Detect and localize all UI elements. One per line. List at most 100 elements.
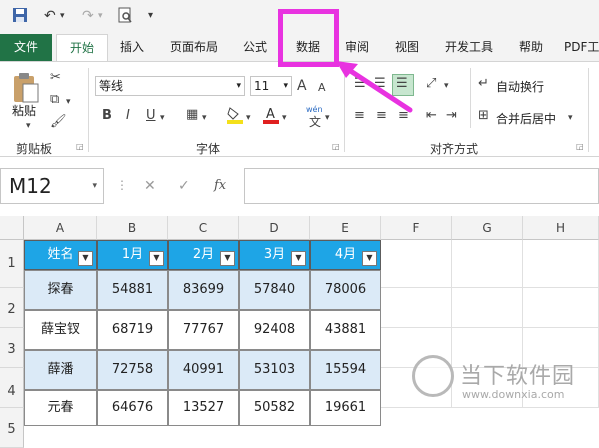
column-header-b[interactable]: B bbox=[97, 216, 168, 240]
table-cell[interactable]: 43881 bbox=[310, 310, 381, 350]
paste-button[interactable]: 粘贴 bbox=[12, 102, 36, 119]
table-cell[interactable]: 54881 bbox=[97, 270, 168, 310]
merge-center-icon[interactable]: ⊞ bbox=[478, 108, 489, 124]
table-cell[interactable]: 78006 bbox=[310, 270, 381, 310]
alignment-dialog-launcher-icon[interactable]: ◲ bbox=[576, 142, 584, 151]
header-cell-month[interactable]: 1月 ▼ bbox=[97, 240, 168, 270]
filter-dropdown-icon[interactable]: ▼ bbox=[78, 251, 93, 266]
border-dropdown-icon[interactable]: ▾ bbox=[202, 110, 207, 126]
filter-dropdown-icon[interactable]: ▼ bbox=[149, 251, 164, 266]
format-painter-icon[interactable]: 🖌 bbox=[50, 114, 67, 130]
column-header-g[interactable]: G bbox=[452, 216, 523, 240]
decrease-indent-icon[interactable]: ⇤ bbox=[426, 108, 437, 124]
empty-cell[interactable] bbox=[381, 288, 452, 328]
table-cell[interactable]: 15594 bbox=[310, 350, 381, 390]
fill-color-dropdown-icon[interactable]: ▾ bbox=[246, 110, 251, 126]
print-preview-icon[interactable] bbox=[118, 7, 133, 29]
cut-icon[interactable]: ✂ bbox=[50, 70, 61, 86]
orientation-icon[interactable]: ⤢ bbox=[426, 76, 436, 92]
filter-dropdown-icon[interactable]: ▼ bbox=[291, 251, 306, 266]
redo-dropdown-icon[interactable]: ▾ bbox=[98, 7, 103, 25]
column-header-e[interactable]: E bbox=[310, 216, 381, 240]
wrap-text-icon[interactable]: ↵ bbox=[478, 76, 489, 92]
copy-dropdown-icon[interactable]: ▾ bbox=[66, 94, 71, 110]
table-cell[interactable]: 19661 bbox=[310, 390, 381, 426]
table-cell[interactable]: 13527 bbox=[168, 390, 239, 426]
copy-icon[interactable]: ⧉ bbox=[50, 92, 59, 108]
row-header-4[interactable]: 4 bbox=[0, 368, 24, 408]
empty-cell[interactable] bbox=[523, 288, 599, 328]
empty-cell[interactable] bbox=[381, 240, 452, 288]
customize-toolbar-icon[interactable]: ▾ bbox=[148, 7, 153, 25]
header-cell-month[interactable]: 2月 ▼ bbox=[168, 240, 239, 270]
bold-button[interactable]: B bbox=[102, 108, 112, 124]
undo-dropdown-icon[interactable]: ▾ bbox=[60, 7, 65, 25]
font-name-select[interactable]: 等线 ▾ bbox=[95, 76, 245, 96]
merge-dropdown-icon[interactable]: ▾ bbox=[568, 110, 573, 126]
italic-button[interactable]: I bbox=[126, 108, 130, 124]
table-cell[interactable]: 探春 bbox=[24, 270, 97, 310]
table-cell[interactable]: 50582 bbox=[239, 390, 310, 426]
wrap-text-button[interactable]: 自动换行 bbox=[496, 78, 544, 95]
tab-view[interactable]: 视图 bbox=[388, 34, 426, 61]
tab-help[interactable]: 帮助 bbox=[512, 34, 550, 61]
enter-button[interactable]: ✓ bbox=[178, 178, 190, 194]
tab-pdf[interactable]: PDF工 bbox=[564, 34, 599, 61]
name-box[interactable]: M12 ▾ bbox=[0, 168, 104, 204]
tab-file[interactable]: 文件 bbox=[0, 34, 52, 61]
paste-dropdown-icon[interactable]: ▾ bbox=[26, 118, 31, 134]
column-header-a[interactable]: A bbox=[24, 216, 97, 240]
table-cell[interactable]: 83699 bbox=[168, 270, 239, 310]
tab-developer[interactable]: 开发工具 bbox=[438, 34, 500, 61]
phonetic-dropdown-icon[interactable]: ▾ bbox=[325, 110, 330, 126]
table-cell[interactable]: 77767 bbox=[168, 310, 239, 350]
tab-page-layout[interactable]: 页面布局 bbox=[162, 34, 226, 61]
row-header-1[interactable]: 1 bbox=[0, 240, 24, 288]
table-cell[interactable]: 53103 bbox=[239, 350, 310, 390]
table-cell[interactable]: 64676 bbox=[97, 390, 168, 426]
header-cell-name[interactable]: 姓名 ▼ bbox=[24, 240, 97, 270]
table-cell[interactable]: 92408 bbox=[239, 310, 310, 350]
tab-review[interactable]: 审阅 bbox=[338, 34, 376, 61]
border-icon[interactable]: ▦ bbox=[186, 107, 198, 123]
table-cell[interactable]: 薛潘 bbox=[24, 350, 97, 390]
font-color-dropdown-icon[interactable]: ▾ bbox=[282, 110, 287, 126]
row-header-2[interactable]: 2 bbox=[0, 288, 24, 328]
empty-cell[interactable] bbox=[452, 240, 523, 288]
underline-dropdown-icon[interactable]: ▾ bbox=[160, 110, 165, 126]
select-all-corner[interactable] bbox=[0, 216, 24, 240]
row-header-3[interactable]: 3 bbox=[0, 328, 24, 368]
cancel-button[interactable]: ✕ bbox=[144, 178, 156, 194]
increase-indent-icon[interactable]: ⇥ bbox=[446, 108, 457, 124]
empty-cell[interactable] bbox=[452, 288, 523, 328]
table-cell[interactable]: 57840 bbox=[239, 270, 310, 310]
column-header-h[interactable]: H bbox=[523, 216, 599, 240]
shrink-font-button[interactable]: A bbox=[318, 80, 326, 96]
merge-center-button[interactable]: 合并后居中 bbox=[496, 110, 556, 127]
redo-icon[interactable]: ↷ bbox=[82, 7, 94, 25]
save-icon[interactable] bbox=[12, 7, 28, 28]
header-cell-month[interactable]: 3月 ▼ bbox=[239, 240, 310, 270]
column-header-f[interactable]: F bbox=[381, 216, 452, 240]
tab-insert[interactable]: 插入 bbox=[112, 34, 152, 61]
row-header-5[interactable]: 5 bbox=[0, 408, 24, 448]
tab-formulas[interactable]: 公式 bbox=[236, 34, 274, 61]
table-cell[interactable]: 元春 bbox=[24, 390, 97, 426]
column-header-c[interactable]: C bbox=[168, 216, 239, 240]
font-color-icon[interactable]: A bbox=[262, 105, 280, 129]
clipboard-dialog-launcher-icon[interactable]: ◲ bbox=[76, 142, 84, 151]
column-header-d[interactable]: D bbox=[239, 216, 310, 240]
orientation-dropdown-icon[interactable]: ▾ bbox=[444, 78, 449, 94]
table-cell[interactable]: 68719 bbox=[97, 310, 168, 350]
undo-icon[interactable]: ↶ bbox=[44, 7, 56, 25]
tab-home[interactable]: 开始 bbox=[56, 34, 108, 63]
table-cell[interactable]: 40991 bbox=[168, 350, 239, 390]
empty-cell[interactable] bbox=[523, 240, 599, 288]
insert-function-button[interactable]: fx bbox=[214, 178, 226, 193]
header-cell-month[interactable]: 4月 ▼ bbox=[310, 240, 381, 270]
underline-button[interactable]: U bbox=[146, 108, 156, 124]
font-dialog-launcher-icon[interactable]: ◲ bbox=[332, 142, 340, 151]
filter-dropdown-icon[interactable]: ▼ bbox=[362, 251, 377, 266]
grow-font-button[interactable]: A bbox=[297, 78, 307, 94]
table-cell[interactable]: 薛宝钗 bbox=[24, 310, 97, 350]
